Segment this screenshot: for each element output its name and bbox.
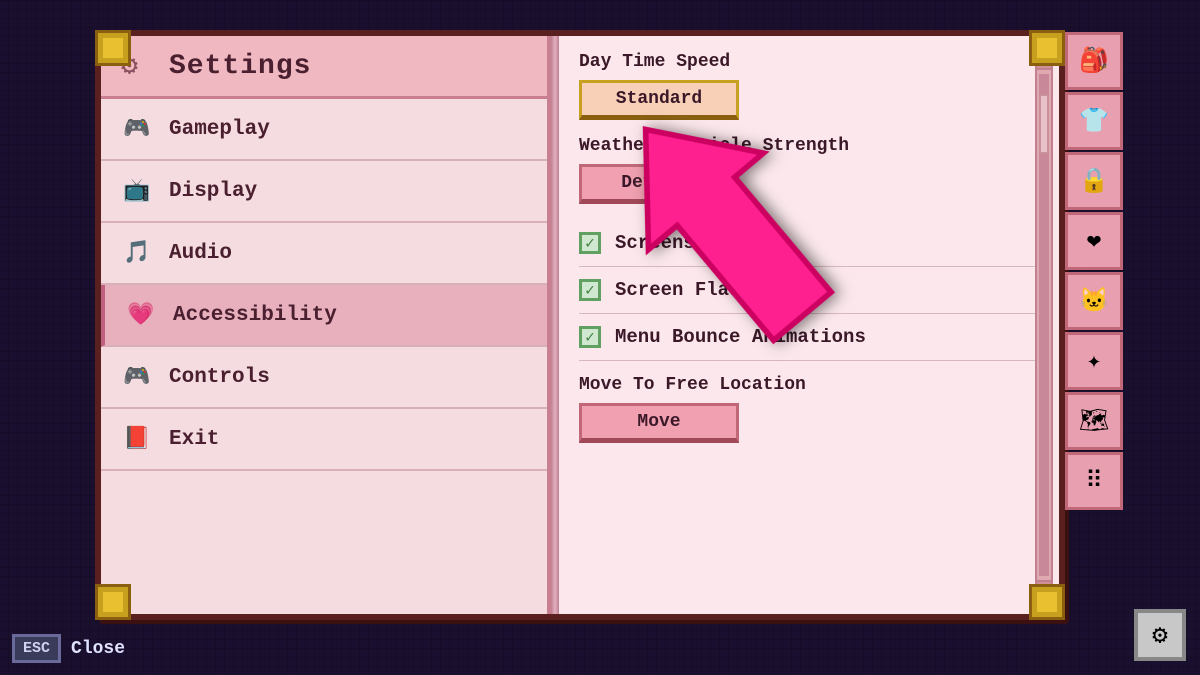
corner-decoration-br bbox=[1029, 584, 1065, 620]
audio-icon: 🎵 bbox=[121, 237, 153, 269]
controls-icon: 🎮 bbox=[121, 361, 153, 393]
accessibility-icon: 💗 bbox=[125, 299, 157, 331]
map-icon: 🗺 bbox=[1079, 406, 1109, 436]
screenshake-item[interactable]: Screenshake bbox=[579, 220, 1039, 267]
sidebar-icon-map[interactable]: 🗺 bbox=[1065, 392, 1123, 450]
bottom-gear-button[interactable]: ⚙ bbox=[1134, 609, 1186, 661]
settings-book: ⚙ Settings 🎮 Gameplay 📺 Display 🎵 Audio … bbox=[95, 30, 1065, 620]
screen-flash-item[interactable]: Screen Flash bbox=[579, 267, 1039, 314]
screen-flash-checkbox[interactable] bbox=[579, 279, 601, 301]
close-label: Close bbox=[71, 639, 125, 659]
exit-label: Exit bbox=[169, 428, 219, 451]
scroll-track bbox=[1039, 74, 1049, 576]
sidebar-icon-bag[interactable]: 🎒 bbox=[1065, 32, 1123, 90]
sidebar-icon-lock[interactable]: 🔒 bbox=[1065, 152, 1123, 210]
move-button[interactable]: Move bbox=[579, 403, 739, 443]
right-content: Day Time Speed Standard Weather Particle… bbox=[559, 36, 1059, 614]
face-icon: 🐱 bbox=[1079, 286, 1109, 316]
corner-decoration-bl bbox=[95, 584, 131, 620]
sidebar-item-accessibility[interactable]: 💗 Accessibility bbox=[101, 285, 547, 347]
sidebar-icon-shirt[interactable]: 👕 bbox=[1065, 92, 1123, 150]
menu-bounce-label: Menu Bounce Animations bbox=[615, 326, 866, 348]
sidebar-icon-menu[interactable]: ⠿ bbox=[1065, 452, 1123, 510]
heart-icon: ❤ bbox=[1087, 226, 1101, 256]
gameplay-label: Gameplay bbox=[169, 118, 270, 141]
sidebar-item-controls[interactable]: 🎮 Controls bbox=[101, 347, 547, 409]
sidebar-icon-face[interactable]: 🐱 bbox=[1065, 272, 1123, 330]
display-label: Display bbox=[169, 180, 257, 203]
weather-particles-label: Weather Particle Strength bbox=[579, 136, 1039, 156]
menu-icon: ⠿ bbox=[1085, 466, 1103, 496]
sidebar-item-audio[interactable]: 🎵 Audio bbox=[101, 223, 547, 285]
sidebar-icon-heart[interactable]: ❤ bbox=[1065, 212, 1123, 270]
right-page: Day Time Speed Standard Weather Particle… bbox=[559, 36, 1059, 614]
esc-badge[interactable]: ESC bbox=[12, 634, 61, 663]
menu-bounce-item[interactable]: Menu Bounce Animations bbox=[579, 314, 1039, 361]
sidebar-item-gameplay[interactable]: 🎮 Gameplay bbox=[101, 99, 547, 161]
day-time-speed-label: Day Time Speed bbox=[579, 52, 1039, 72]
exit-icon: 📕 bbox=[121, 423, 153, 455]
menu-bounce-checkbox[interactable] bbox=[579, 326, 601, 348]
day-time-speed-section: Day Time Speed Standard bbox=[579, 52, 1039, 120]
display-icon: 📺 bbox=[121, 175, 153, 207]
bag-icon: 🎒 bbox=[1079, 46, 1109, 76]
star-icon: ✦ bbox=[1087, 346, 1101, 376]
corner-decoration-tr bbox=[1029, 30, 1065, 66]
screen-flash-label: Screen Flash bbox=[615, 279, 752, 301]
lock-icon: 🔒 bbox=[1079, 166, 1109, 196]
controls-label: Controls bbox=[169, 366, 270, 389]
book-spine bbox=[551, 36, 559, 614]
move-to-free-section: Move To Free Location Move bbox=[579, 375, 1039, 443]
gameplay-icon: 🎮 bbox=[121, 113, 153, 145]
left-page: ⚙ Settings 🎮 Gameplay 📺 Display 🎵 Audio … bbox=[101, 36, 551, 614]
esc-bar: ESC Close bbox=[12, 634, 125, 663]
scroll-thumb[interactable] bbox=[1039, 94, 1049, 154]
scrollbar: ▲ ▼ bbox=[1035, 46, 1053, 604]
sidebar-item-exit[interactable]: 📕 Exit bbox=[101, 409, 547, 471]
right-sidebar: 🎒 👕 🔒 ❤ 🐱 ✦ 🗺 ⠿ bbox=[1065, 32, 1129, 512]
corner-decoration-tl bbox=[95, 30, 131, 66]
accessibility-label: Accessibility bbox=[173, 304, 337, 327]
move-to-free-label: Move To Free Location bbox=[579, 375, 1039, 395]
weather-particles-section: Weather Particle Strength Default bbox=[579, 136, 1039, 204]
settings-header: ⚙ Settings bbox=[101, 36, 547, 99]
day-time-speed-button[interactable]: Standard bbox=[579, 80, 739, 120]
weather-particles-button[interactable]: Default bbox=[579, 164, 739, 204]
sidebar-icon-star[interactable]: ✦ bbox=[1065, 332, 1123, 390]
sidebar-item-display[interactable]: 📺 Display bbox=[101, 161, 547, 223]
settings-title: Settings bbox=[169, 51, 311, 82]
audio-label: Audio bbox=[169, 242, 232, 265]
screenshake-label: Screenshake bbox=[615, 232, 740, 254]
screenshake-checkbox[interactable] bbox=[579, 232, 601, 254]
bottom-gear-icon: ⚙ bbox=[1152, 620, 1168, 651]
shirt-icon: 👕 bbox=[1079, 106, 1109, 136]
